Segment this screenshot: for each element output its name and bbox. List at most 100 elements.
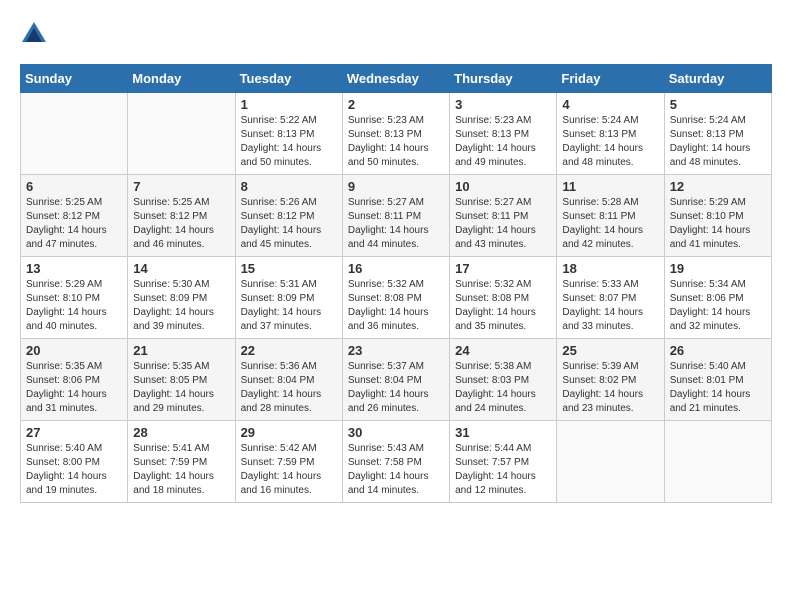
calendar-header-wednesday: Wednesday — [342, 65, 449, 93]
day-detail: Sunrise: 5:27 AM Sunset: 8:11 PM Dayligh… — [348, 196, 444, 252]
day-number: 22 — [241, 343, 337, 358]
day-number: 12 — [670, 179, 766, 194]
day-detail: Sunrise: 5:39 AM Sunset: 8:02 PM Dayligh… — [562, 360, 658, 416]
day-detail: Sunrise: 5:24 AM Sunset: 8:13 PM Dayligh… — [670, 114, 766, 170]
calendar-cell — [557, 421, 664, 503]
calendar-cell: 27 Sunrise: 5:40 AM Sunset: 8:00 PM Dayli… — [21, 421, 128, 503]
day-detail: Sunrise: 5:23 AM Sunset: 8:13 PM Dayligh… — [348, 114, 444, 170]
calendar-cell: 22Sunrise: 5:36 AM Sunset: 8:04 PM Dayli… — [235, 339, 342, 421]
day-detail: Sunrise: 5:31 AM Sunset: 8:09 PM Dayligh… — [241, 278, 337, 334]
day-number: 19 — [670, 261, 766, 276]
calendar-header-saturday: Saturday — [664, 65, 771, 93]
calendar-week-row: 6 Sunrise: 5:25 AM Sunset: 8:12 PM Daylig… — [21, 175, 772, 257]
calendar-cell: 20 Sunrise: 5:35 AM Sunset: 8:06 PM Dayli… — [21, 339, 128, 421]
calendar-header-sunday: Sunday — [21, 65, 128, 93]
calendar-header-row: SundayMondayTuesdayWednesdayThursdayFrid… — [21, 65, 772, 93]
day-detail: Sunrise: 5:22 AM Sunset: 8:13 PM Dayligh… — [241, 114, 337, 170]
day-number: 9 — [348, 179, 444, 194]
day-number: 18 — [562, 261, 658, 276]
calendar-cell: 17Sunrise: 5:32 AM Sunset: 8:08 PM Dayli… — [450, 257, 557, 339]
day-number: 11 — [562, 179, 658, 194]
calendar-cell: 6 Sunrise: 5:25 AM Sunset: 8:12 PM Daylig… — [21, 175, 128, 257]
calendar-cell: 15 Sunrise: 5:31 AM Sunset: 8:09 PM Dayli… — [235, 257, 342, 339]
page-header — [20, 20, 772, 48]
day-detail: Sunrise: 5:40 AM Sunset: 8:00 PM Dayligh… — [26, 442, 122, 498]
calendar-week-row: 1 Sunrise: 5:22 AM Sunset: 8:13 PM Daylig… — [21, 93, 772, 175]
day-number: 25 — [562, 343, 658, 358]
calendar-cell — [21, 93, 128, 175]
day-detail: Sunrise: 5:25 AM Sunset: 8:12 PM Dayligh… — [26, 196, 122, 252]
day-number: 30 — [348, 425, 444, 440]
day-number: 1 — [241, 97, 337, 112]
day-number: 2 — [348, 97, 444, 112]
day-detail: Sunrise: 5:29 AM Sunset: 8:10 PM Dayligh… — [26, 278, 122, 334]
calendar-cell: 8 Sunrise: 5:26 AM Sunset: 8:12 PM Daylig… — [235, 175, 342, 257]
day-detail: Sunrise: 5:29 AM Sunset: 8:10 PM Dayligh… — [670, 196, 766, 252]
calendar-week-row: 13 Sunrise: 5:29 AM Sunset: 8:10 PM Dayli… — [21, 257, 772, 339]
calendar-cell: 29 Sunrise: 5:42 AM Sunset: 7:59 PM Dayli… — [235, 421, 342, 503]
day-number: 13 — [26, 261, 122, 276]
calendar-cell — [128, 93, 235, 175]
day-detail: Sunrise: 5:28 AM Sunset: 8:11 PM Dayligh… — [562, 196, 658, 252]
day-number: 6 — [26, 179, 122, 194]
calendar-cell: 4Sunrise: 5:24 AM Sunset: 8:13 PM Daylig… — [557, 93, 664, 175]
day-number: 17 — [455, 261, 551, 276]
day-detail: Sunrise: 5:23 AM Sunset: 8:13 PM Dayligh… — [455, 114, 551, 170]
logo-icon — [20, 20, 48, 48]
calendar-cell: 13 Sunrise: 5:29 AM Sunset: 8:10 PM Dayli… — [21, 257, 128, 339]
calendar-cell: 14 Sunrise: 5:30 AM Sunset: 8:09 PM Dayli… — [128, 257, 235, 339]
day-detail: Sunrise: 5:35 AM Sunset: 8:05 PM Dayligh… — [133, 360, 229, 416]
day-detail: Sunrise: 5:38 AM Sunset: 8:03 PM Dayligh… — [455, 360, 551, 416]
calendar-header-thursday: Thursday — [450, 65, 557, 93]
day-number: 3 — [455, 97, 551, 112]
calendar-cell: 19 Sunrise: 5:34 AM Sunset: 8:06 PM Dayli… — [664, 257, 771, 339]
day-detail: Sunrise: 5:35 AM Sunset: 8:06 PM Dayligh… — [26, 360, 122, 416]
calendar-cell: 23Sunrise: 5:37 AM Sunset: 8:04 PM Dayli… — [342, 339, 449, 421]
calendar-cell: 1 Sunrise: 5:22 AM Sunset: 8:13 PM Daylig… — [235, 93, 342, 175]
day-detail: Sunrise: 5:26 AM Sunset: 8:12 PM Dayligh… — [241, 196, 337, 252]
calendar-cell: 7 Sunrise: 5:25 AM Sunset: 8:12 PM Daylig… — [128, 175, 235, 257]
day-number: 23 — [348, 343, 444, 358]
day-number: 10 — [455, 179, 551, 194]
day-detail: Sunrise: 5:42 AM Sunset: 7:59 PM Dayligh… — [241, 442, 337, 498]
logo — [20, 20, 50, 48]
calendar-cell: 11 Sunrise: 5:28 AM Sunset: 8:11 PM Dayli… — [557, 175, 664, 257]
day-number: 27 — [26, 425, 122, 440]
day-detail: Sunrise: 5:24 AM Sunset: 8:13 PM Dayligh… — [562, 114, 658, 170]
day-number: 15 — [241, 261, 337, 276]
day-number: 5 — [670, 97, 766, 112]
calendar-cell: 3 Sunrise: 5:23 AM Sunset: 8:13 PM Daylig… — [450, 93, 557, 175]
day-number: 16 — [348, 261, 444, 276]
calendar-cell: 12 Sunrise: 5:29 AM Sunset: 8:10 PM Dayli… — [664, 175, 771, 257]
calendar-cell: 16 Sunrise: 5:32 AM Sunset: 8:08 PM Dayli… — [342, 257, 449, 339]
calendar-cell: 18Sunrise: 5:33 AM Sunset: 8:07 PM Dayli… — [557, 257, 664, 339]
calendar-cell: 24 Sunrise: 5:38 AM Sunset: 8:03 PM Dayli… — [450, 339, 557, 421]
day-number: 29 — [241, 425, 337, 440]
day-number: 28 — [133, 425, 229, 440]
day-number: 14 — [133, 261, 229, 276]
day-number: 20 — [26, 343, 122, 358]
calendar-cell: 2 Sunrise: 5:23 AM Sunset: 8:13 PM Daylig… — [342, 93, 449, 175]
calendar-cell: 21Sunrise: 5:35 AM Sunset: 8:05 PM Dayli… — [128, 339, 235, 421]
calendar-week-row: 20 Sunrise: 5:35 AM Sunset: 8:06 PM Dayli… — [21, 339, 772, 421]
calendar-header-friday: Friday — [557, 65, 664, 93]
calendar-cell: 26Sunrise: 5:40 AM Sunset: 8:01 PM Dayli… — [664, 339, 771, 421]
calendar-cell: 31Sunrise: 5:44 AM Sunset: 7:57 PM Dayli… — [450, 421, 557, 503]
day-number: 7 — [133, 179, 229, 194]
day-detail: Sunrise: 5:32 AM Sunset: 8:08 PM Dayligh… — [348, 278, 444, 334]
calendar-cell: 9 Sunrise: 5:27 AM Sunset: 8:11 PM Daylig… — [342, 175, 449, 257]
calendar-cell — [664, 421, 771, 503]
day-number: 26 — [670, 343, 766, 358]
calendar-week-row: 27 Sunrise: 5:40 AM Sunset: 8:00 PM Dayli… — [21, 421, 772, 503]
day-number: 24 — [455, 343, 551, 358]
day-detail: Sunrise: 5:30 AM Sunset: 8:09 PM Dayligh… — [133, 278, 229, 334]
day-number: 31 — [455, 425, 551, 440]
calendar-cell: 25 Sunrise: 5:39 AM Sunset: 8:02 PM Dayli… — [557, 339, 664, 421]
calendar-cell: 30Sunrise: 5:43 AM Sunset: 7:58 PM Dayli… — [342, 421, 449, 503]
calendar-header-tuesday: Tuesday — [235, 65, 342, 93]
day-detail: Sunrise: 5:25 AM Sunset: 8:12 PM Dayligh… — [133, 196, 229, 252]
calendar-cell: 5 Sunrise: 5:24 AM Sunset: 8:13 PM Daylig… — [664, 93, 771, 175]
day-detail: Sunrise: 5:34 AM Sunset: 8:06 PM Dayligh… — [670, 278, 766, 334]
calendar-cell: 28Sunrise: 5:41 AM Sunset: 7:59 PM Dayli… — [128, 421, 235, 503]
day-number: 8 — [241, 179, 337, 194]
